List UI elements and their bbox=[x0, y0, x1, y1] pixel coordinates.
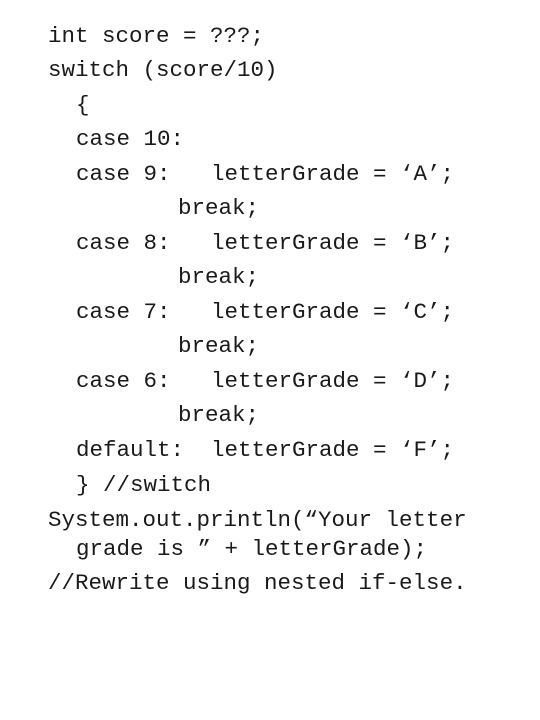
code-line-println-continued: grade is ” + letterGrade); bbox=[76, 536, 428, 562]
code-line-case-7: case 7: letterGrade = ‘C’; bbox=[76, 299, 455, 325]
code-line-comment: //Rewrite using nested if-else. bbox=[48, 570, 467, 596]
code-line-break: break; bbox=[178, 333, 260, 359]
code-line-case-6: case 6: letterGrade = ‘D’; bbox=[76, 368, 455, 394]
code-line-break: break; bbox=[178, 402, 260, 428]
code-line-println: System.out.println(“Your letter bbox=[48, 507, 467, 533]
code-line-declaration: int score = ???; bbox=[48, 23, 265, 49]
code-line-default: default: letterGrade = ‘F’; bbox=[76, 437, 455, 463]
code-line-break: break; bbox=[178, 195, 260, 221]
code-line-switch: switch (score/10) bbox=[48, 57, 278, 83]
code-line-case-9: case 9: letterGrade = ‘A’; bbox=[76, 161, 455, 187]
code-listing: int score = ???; switch (score/10) { cas… bbox=[0, 0, 540, 720]
code-line-case-8: case 8: letterGrade = ‘B’; bbox=[76, 230, 455, 256]
code-line-close-brace: } //switch bbox=[76, 472, 212, 498]
code-line-case-10: case 10: bbox=[76, 126, 185, 152]
code-line-break: break; bbox=[178, 264, 260, 290]
code-line-open-brace: { bbox=[76, 92, 90, 118]
